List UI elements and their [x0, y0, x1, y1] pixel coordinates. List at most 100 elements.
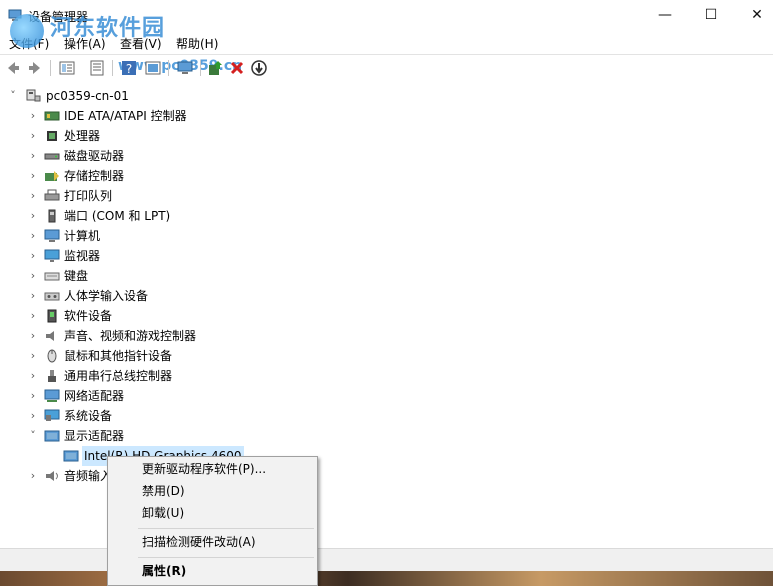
tree-category-label: 鼠标和其他指针设备 [64, 349, 173, 363]
toolbar-separator [112, 60, 113, 76]
help-icon[interactable]: ? [120, 59, 138, 77]
tree-category-label: 磁盘驱动器 [64, 149, 125, 163]
expand-chevron-icon[interactable]: › [27, 186, 39, 206]
forward-arrow-icon[interactable] [26, 59, 44, 77]
ctx-label: 扫描检测硬件改动(A) [142, 535, 256, 549]
ctx-label: 更新驱动程序软件(P)... [142, 462, 267, 476]
disk-drive-icon [44, 149, 60, 163]
uninstall-icon[interactable] [228, 59, 246, 77]
tree-category-label: 系统设备 [64, 409, 113, 423]
tree-category-row[interactable]: › 键盘 [1, 266, 772, 286]
tree-category-row[interactable]: › IDE ATA/ATAPI 控制器 [1, 106, 772, 126]
tree-category-row[interactable]: ˅ 显示适配器 [1, 426, 772, 446]
audio-io-icon [44, 469, 60, 483]
tree-category-row[interactable]: › 磁盘驱动器 [1, 146, 772, 166]
tree-category-row[interactable]: › 处理器 [1, 126, 772, 146]
close-button[interactable]: ✕ [734, 0, 773, 30]
ctx-properties[interactable]: 属性(R) [108, 560, 317, 582]
expand-chevron-icon[interactable]: › [27, 206, 39, 226]
tree-category-label: 通用串行总线控制器 [64, 369, 173, 383]
tree-category-row[interactable]: › 通用串行总线控制器 [1, 366, 772, 386]
ctx-label: 属性(R) [142, 564, 187, 578]
ide-controller-icon [44, 109, 60, 123]
hid-icon [44, 289, 60, 303]
collapse-chevron-icon[interactable]: ˅ [7, 86, 19, 106]
tree-category-row[interactable]: › 计算机 [1, 226, 772, 246]
back-arrow-icon[interactable] [4, 59, 22, 77]
tree-category-label: 计算机 [64, 229, 101, 243]
expand-chevron-icon[interactable]: › [27, 386, 39, 406]
tree-category-label: 存储控制器 [64, 169, 125, 183]
expand-chevron-icon[interactable]: › [27, 366, 39, 386]
ctx-scan-hardware[interactable]: 扫描检测硬件改动(A) [108, 531, 317, 553]
tree-category-label: 人体学输入设备 [64, 289, 149, 303]
ctx-label: 禁用(D) [142, 484, 185, 498]
watermark: 河东软件园 www.pc0359.cn [6, 10, 242, 74]
ctx-uninstall[interactable]: 卸载(U) [108, 502, 317, 524]
ctx-label: 卸载(U) [142, 506, 185, 520]
tree-category-label: 显示适配器 [64, 429, 125, 443]
system-device-icon [44, 409, 60, 423]
expand-chevron-icon[interactable]: › [27, 246, 39, 266]
toolbar-separator [50, 60, 51, 76]
tree-root[interactable]: ˅ pc0359-cn-01 [1, 86, 772, 106]
tree-category-row[interactable]: › 软件设备 [1, 306, 772, 326]
ctx-separator [138, 557, 314, 558]
software-device-icon [44, 309, 60, 323]
display-adapter-icon [44, 429, 60, 443]
tree-category-label: 端口 (COM 和 LPT) [64, 209, 171, 223]
ctx-separator [138, 528, 314, 529]
expand-chevron-icon[interactable]: › [27, 346, 39, 366]
tree-category-row[interactable]: › 系统设备 [1, 406, 772, 426]
expand-chevron-icon[interactable]: › [27, 466, 39, 486]
tree-category-label: 软件设备 [64, 309, 113, 323]
collapse-chevron-icon[interactable]: ˅ [27, 426, 39, 446]
tree-category-row[interactable]: › 打印队列 [1, 186, 772, 206]
toolbar-separator [168, 60, 169, 76]
expand-chevron-icon[interactable]: › [27, 266, 39, 286]
toolbar: ? [0, 54, 773, 82]
disable-icon[interactable] [250, 59, 268, 77]
printer-icon [44, 189, 60, 203]
tree-category-row[interactable]: › 监视器 [1, 246, 772, 266]
watermark-logo [10, 14, 44, 48]
expand-chevron-icon[interactable]: › [27, 126, 39, 146]
tree-category-row[interactable]: › 存储控制器 [1, 166, 772, 186]
monitor-scan-icon[interactable] [176, 59, 194, 77]
tree-category-label: 声音、视频和游戏控制器 [64, 329, 197, 343]
expand-chevron-icon[interactable]: › [27, 226, 39, 246]
svg-text:?: ? [126, 62, 132, 76]
ctx-update-driver[interactable]: 更新驱动程序软件(P)... [108, 458, 317, 480]
tree-category-row[interactable]: › 人体学输入设备 [1, 286, 772, 306]
expand-chevron-icon[interactable]: › [27, 326, 39, 346]
tree-category-row[interactable]: › 网络适配器 [1, 386, 772, 406]
mouse-icon [44, 349, 60, 363]
update-driver-icon[interactable] [206, 59, 224, 77]
sound-icon [44, 329, 60, 343]
expand-chevron-icon[interactable]: › [27, 406, 39, 426]
expand-chevron-icon[interactable]: › [27, 166, 39, 186]
ctx-disable[interactable]: 禁用(D) [108, 480, 317, 502]
watermark-brand: 河东软件园 [50, 16, 166, 41]
gpu-icon [63, 449, 79, 463]
list-view-icon[interactable] [88, 59, 106, 77]
tree-category-label: IDE ATA/ATAPI 控制器 [64, 109, 187, 123]
usb-icon [44, 369, 60, 383]
device-view-icon[interactable] [144, 59, 162, 77]
minimize-button[interactable]: — [642, 0, 688, 30]
tree-category-row[interactable]: › 声音、视频和游戏控制器 [1, 326, 772, 346]
properties-icon[interactable] [58, 59, 76, 77]
expand-chevron-icon[interactable]: › [27, 306, 39, 326]
tree-category-label: 打印队列 [64, 189, 113, 203]
expand-chevron-icon[interactable]: › [27, 286, 39, 306]
keyboard-icon [44, 269, 60, 283]
expand-chevron-icon[interactable]: › [27, 146, 39, 166]
tree-category-row[interactable]: › 鼠标和其他指针设备 [1, 346, 772, 366]
monitor-icon [44, 249, 60, 263]
processor-icon [44, 129, 60, 143]
maximize-button[interactable]: ☐ [688, 0, 734, 30]
tree-category-row[interactable]: › 端口 (COM 和 LPT) [1, 206, 772, 226]
computer-icon [44, 229, 60, 243]
tree-root-label: pc0359-cn-01 [46, 89, 129, 103]
expand-chevron-icon[interactable]: › [27, 106, 39, 126]
